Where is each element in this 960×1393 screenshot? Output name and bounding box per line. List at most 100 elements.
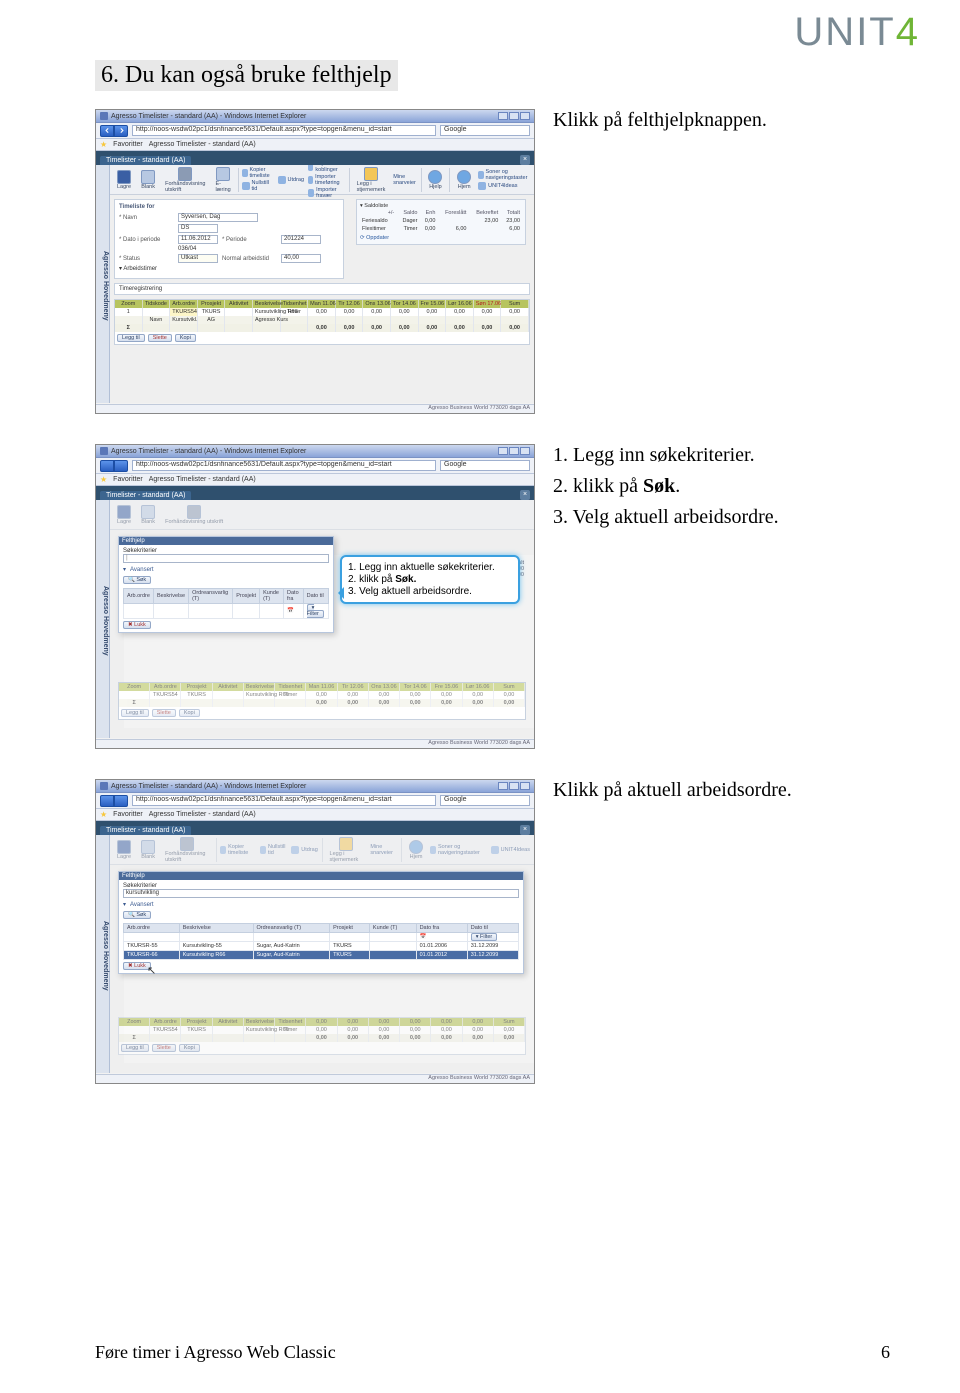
tb-mine[interactable]: Mine snarveier (370, 844, 397, 856)
filter-row[interactable]: 📅▾ Filter (124, 604, 329, 619)
tb-u4ideas[interactable]: UNIT4Ideas (478, 182, 530, 190)
tb-soner[interactable]: Soner og navigeringstaster (478, 169, 530, 181)
sok-input[interactable]: | (123, 554, 329, 563)
window-titlebar: Agresso Timelister - standard (AA) - Win… (96, 110, 534, 123)
forward-button[interactable] (114, 460, 128, 472)
sidebar[interactable]: Agresso Hovedmeny (96, 500, 110, 738)
saldo-header-row: +/-SaldoEnh ForeslåttBekreftetTotalt (360, 209, 522, 217)
tb-kopier[interactable]: Kopier timeliste (242, 167, 273, 179)
tb-blank[interactable]: Blank (138, 170, 158, 190)
tab-close-icon[interactable]: × (520, 490, 530, 500)
input-status[interactable]: Utkast (178, 254, 218, 263)
page-number: 6 (881, 1342, 890, 1363)
tb-import-time[interactable]: Importer timeføring (308, 174, 345, 186)
app-tab[interactable]: Timelister - standard (AA) (100, 826, 191, 835)
grid-delete-button[interactable]: Slette (152, 709, 176, 717)
maximize-button[interactable] (509, 112, 519, 120)
grid-copy-button[interactable]: Kopi (179, 1044, 200, 1052)
favorites-tab[interactable]: Agresso Timelister - standard (AA) (149, 141, 256, 148)
tab-close-icon[interactable]: × (520, 825, 530, 835)
grid-copy-button[interactable]: Kopi (175, 334, 196, 342)
close-button[interactable] (520, 112, 530, 120)
tb-starmerk[interactable]: Legg i stjernemerk (354, 167, 390, 193)
favorites-tab[interactable]: Agresso Timelister - standard (AA) (149, 811, 256, 818)
tb-mine[interactable]: Mine snarveier (393, 174, 417, 186)
forward-button[interactable] (114, 125, 128, 137)
grid-totals: Σ 0,000,00 0,000,00 0,000,00 0,000,00 (115, 324, 529, 332)
back-button[interactable] (100, 795, 114, 807)
browser-search-field[interactable]: Google (440, 460, 530, 471)
toolbar-separator (449, 168, 450, 192)
grid-add-button[interactable]: Legg til (121, 1044, 149, 1052)
result-row-selected[interactable]: TKURSR-66Kursutvikling R66Sugar, Aud-Kat… (124, 951, 519, 960)
saldo-oppdater[interactable]: ⟳ Oppdater (360, 235, 389, 241)
sok-button[interactable]: 🔍 Søk (123, 911, 151, 919)
sidebar[interactable]: Agresso Hovedmeny (96, 835, 110, 1073)
maximize-button[interactable] (509, 447, 519, 455)
forward-button[interactable] (114, 795, 128, 807)
label-navn: Navn (119, 215, 174, 221)
tb-nullstill[interactable]: Nullstill tid (242, 180, 273, 192)
sok-button[interactable]: 🔍 Søk (123, 576, 151, 584)
tab-close-icon[interactable]: × (520, 155, 530, 165)
arbeidstimer-toggle[interactable]: ▾ Arbeidstimer (119, 265, 157, 272)
label-periode: Periode (222, 237, 277, 243)
back-button[interactable] (100, 125, 114, 137)
avansert-toggle[interactable]: ▾ Avansert (123, 901, 519, 908)
favorites-label: Favoritter (113, 141, 143, 148)
minimize-button[interactable] (498, 112, 508, 120)
filter-button[interactable]: ▾ Filter (307, 604, 324, 618)
favorites-star-icon[interactable]: ★ (100, 140, 107, 149)
close-button[interactable] (520, 782, 530, 790)
panel-heading: Timeliste for (119, 204, 339, 210)
tb-utdrag[interactable]: Utdrag (278, 176, 305, 184)
url-field[interactable]: http://noos-wsdw02pc1/dsnfinance5631/Def… (132, 460, 436, 471)
cursor-icon: ↖ (147, 964, 156, 977)
input-navn[interactable]: Syversen, Dag (178, 213, 258, 222)
filter-button[interactable]: ▾ Filter (471, 933, 498, 941)
browser-search-field[interactable]: Google (440, 125, 530, 136)
toolbar-separator (421, 168, 422, 192)
grid-delete-button[interactable]: Slette (148, 334, 172, 342)
tb-import-fravaer[interactable]: Importer fravær (308, 187, 345, 199)
result-row[interactable]: TKURSR-55Kursutvikling-55Sugar, Aud-Katr… (124, 942, 519, 951)
tb-elearn[interactable]: E-læring (212, 167, 233, 193)
input-periode[interactable]: 201224 (281, 235, 321, 244)
grid-row[interactable]: 1 TKURS54TKURS Kursutvikling R66 Timer0,… (115, 308, 529, 316)
grid-copy-button[interactable]: Kopi (179, 709, 200, 717)
favorites-star-icon[interactable]: ★ (100, 475, 107, 484)
address-bar: http://noos-wsdw02pc1/dsnfinance5631/Def… (96, 123, 534, 139)
lukk-button[interactable]: ✖ Lukk (123, 621, 151, 629)
tb-hjelp[interactable]: Hjelp (425, 170, 445, 190)
close-button[interactable] (520, 447, 530, 455)
avansert-toggle[interactable]: ▾ Avansert (123, 566, 329, 573)
footer-left: Føre timer i Agresso Web Classic (95, 1342, 336, 1363)
grid-add-button[interactable]: Legg til (117, 334, 145, 342)
filter-row[interactable]: 📅▾ Filter (124, 933, 519, 942)
sok-input[interactable]: kursutvikling (123, 889, 519, 898)
import-icon (308, 189, 314, 197)
browser-search-field[interactable]: Google (440, 795, 530, 806)
screenshot-1: Agresso Timelister - standard (AA) - Win… (95, 109, 535, 414)
app-tab[interactable]: Timelister - standard (AA) (100, 491, 191, 500)
app-tab[interactable]: Timelister - standard (AA) (100, 156, 191, 165)
url-field[interactable]: http://noos-wsdw02pc1/dsnfinance5631/Def… (132, 795, 436, 806)
grid-add-button[interactable]: Legg til (121, 709, 149, 717)
minimize-button[interactable] (498, 447, 508, 455)
felthjelp-popup: Felthjelp Søkekriterier | ▾ Avansert 🔍 S… (118, 536, 334, 633)
input-dato[interactable]: 11.06.2012 (178, 235, 218, 244)
back-button[interactable] (100, 460, 114, 472)
maximize-button[interactable] (509, 782, 519, 790)
minimize-button[interactable] (498, 782, 508, 790)
grid-delete-button[interactable]: Slette (152, 1044, 176, 1052)
tb-import-koblinger[interactable]: Importer koblinger (308, 165, 345, 173)
tb-print[interactable]: Forhåndsvisning utskrift (162, 167, 208, 193)
favorites-tab[interactable]: Agresso Timelister - standard (AA) (149, 476, 256, 483)
tb-save[interactable]: Lagre (114, 170, 134, 190)
sidebar[interactable]: Agresso Hovedmeny (96, 165, 110, 403)
input-navn-code[interactable]: DS (178, 224, 218, 233)
url-field[interactable]: http://noos-wsdw02pc1/dsnfinance5631/Def… (132, 125, 436, 136)
tb-info[interactable]: Hjem (454, 170, 474, 190)
elearn-icon (216, 167, 230, 181)
timereg-heading: Timeregistrering (114, 283, 530, 295)
